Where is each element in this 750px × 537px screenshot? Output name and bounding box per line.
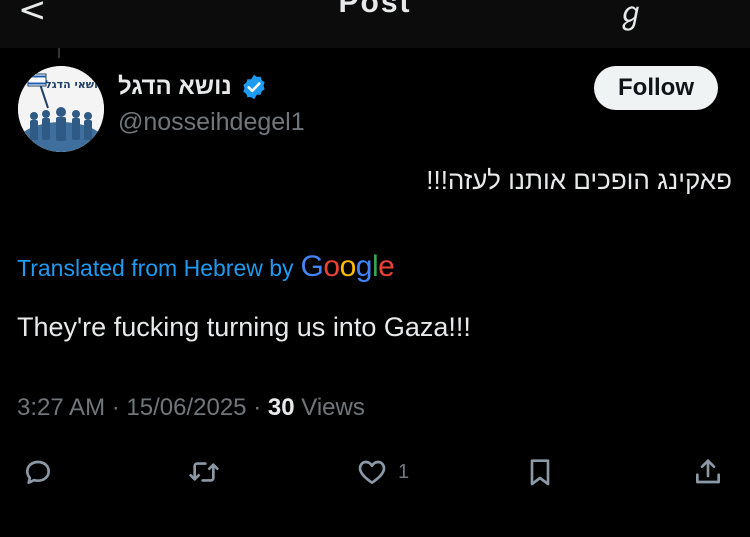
repost-button[interactable] — [188, 452, 220, 492]
translated-by-label: Translated from Hebrew by — [17, 255, 294, 281]
bookmark-icon — [530, 459, 550, 486]
google-logo: Google — [300, 250, 395, 283]
author-name-row: נושא הדגל — [118, 70, 268, 104]
post-meta: 3:27 AM · 15/06/2025 · 30 Views — [17, 394, 365, 422]
post-text-original: פאקינג הופכים אותנו לעזה!!! — [426, 165, 732, 195]
meta-separator: · — [253, 394, 262, 421]
like-button[interactable]: 1 — [356, 452, 409, 492]
meta-separator: · — [111, 394, 120, 421]
post-translation: They're fucking turning us into Gaza!!! — [17, 312, 471, 342]
avatar-image: נושאי הדגל — [18, 66, 104, 152]
like-icon — [358, 460, 386, 484]
likes-count: 1 — [398, 460, 410, 483]
thread-line — [58, 48, 60, 58]
share-button[interactable] — [692, 452, 724, 492]
post-time[interactable]: 3:27 AM — [17, 394, 105, 421]
follow-button[interactable]: Follow — [594, 66, 718, 110]
translated-by-link[interactable]: Translated from Hebrew by Google — [17, 250, 395, 284]
repost-icon — [189, 462, 219, 482]
avatar[interactable]: נושאי הדגל — [18, 66, 104, 152]
post-date[interactable]: 15/06/2025 — [126, 394, 246, 421]
share-icon — [696, 459, 720, 484]
views-count: 30 — [267, 394, 295, 421]
reply-icon — [26, 460, 50, 484]
top-bar: < Post ℊ — [0, 0, 750, 48]
action-bar: 1 — [0, 452, 750, 496]
reply-button[interactable] — [22, 452, 54, 492]
verified-badge-icon — [243, 74, 265, 100]
avatar-logo-text: נושאי הדגל — [45, 78, 103, 91]
author-handle[interactable]: @nosseihdegel1 — [118, 108, 305, 137]
views-label: Views — [301, 394, 365, 421]
author-display-name[interactable]: נושא הדגל — [118, 73, 232, 101]
grok-icon[interactable]: ℊ — [616, 0, 646, 32]
bookmark-button[interactable] — [524, 452, 556, 492]
